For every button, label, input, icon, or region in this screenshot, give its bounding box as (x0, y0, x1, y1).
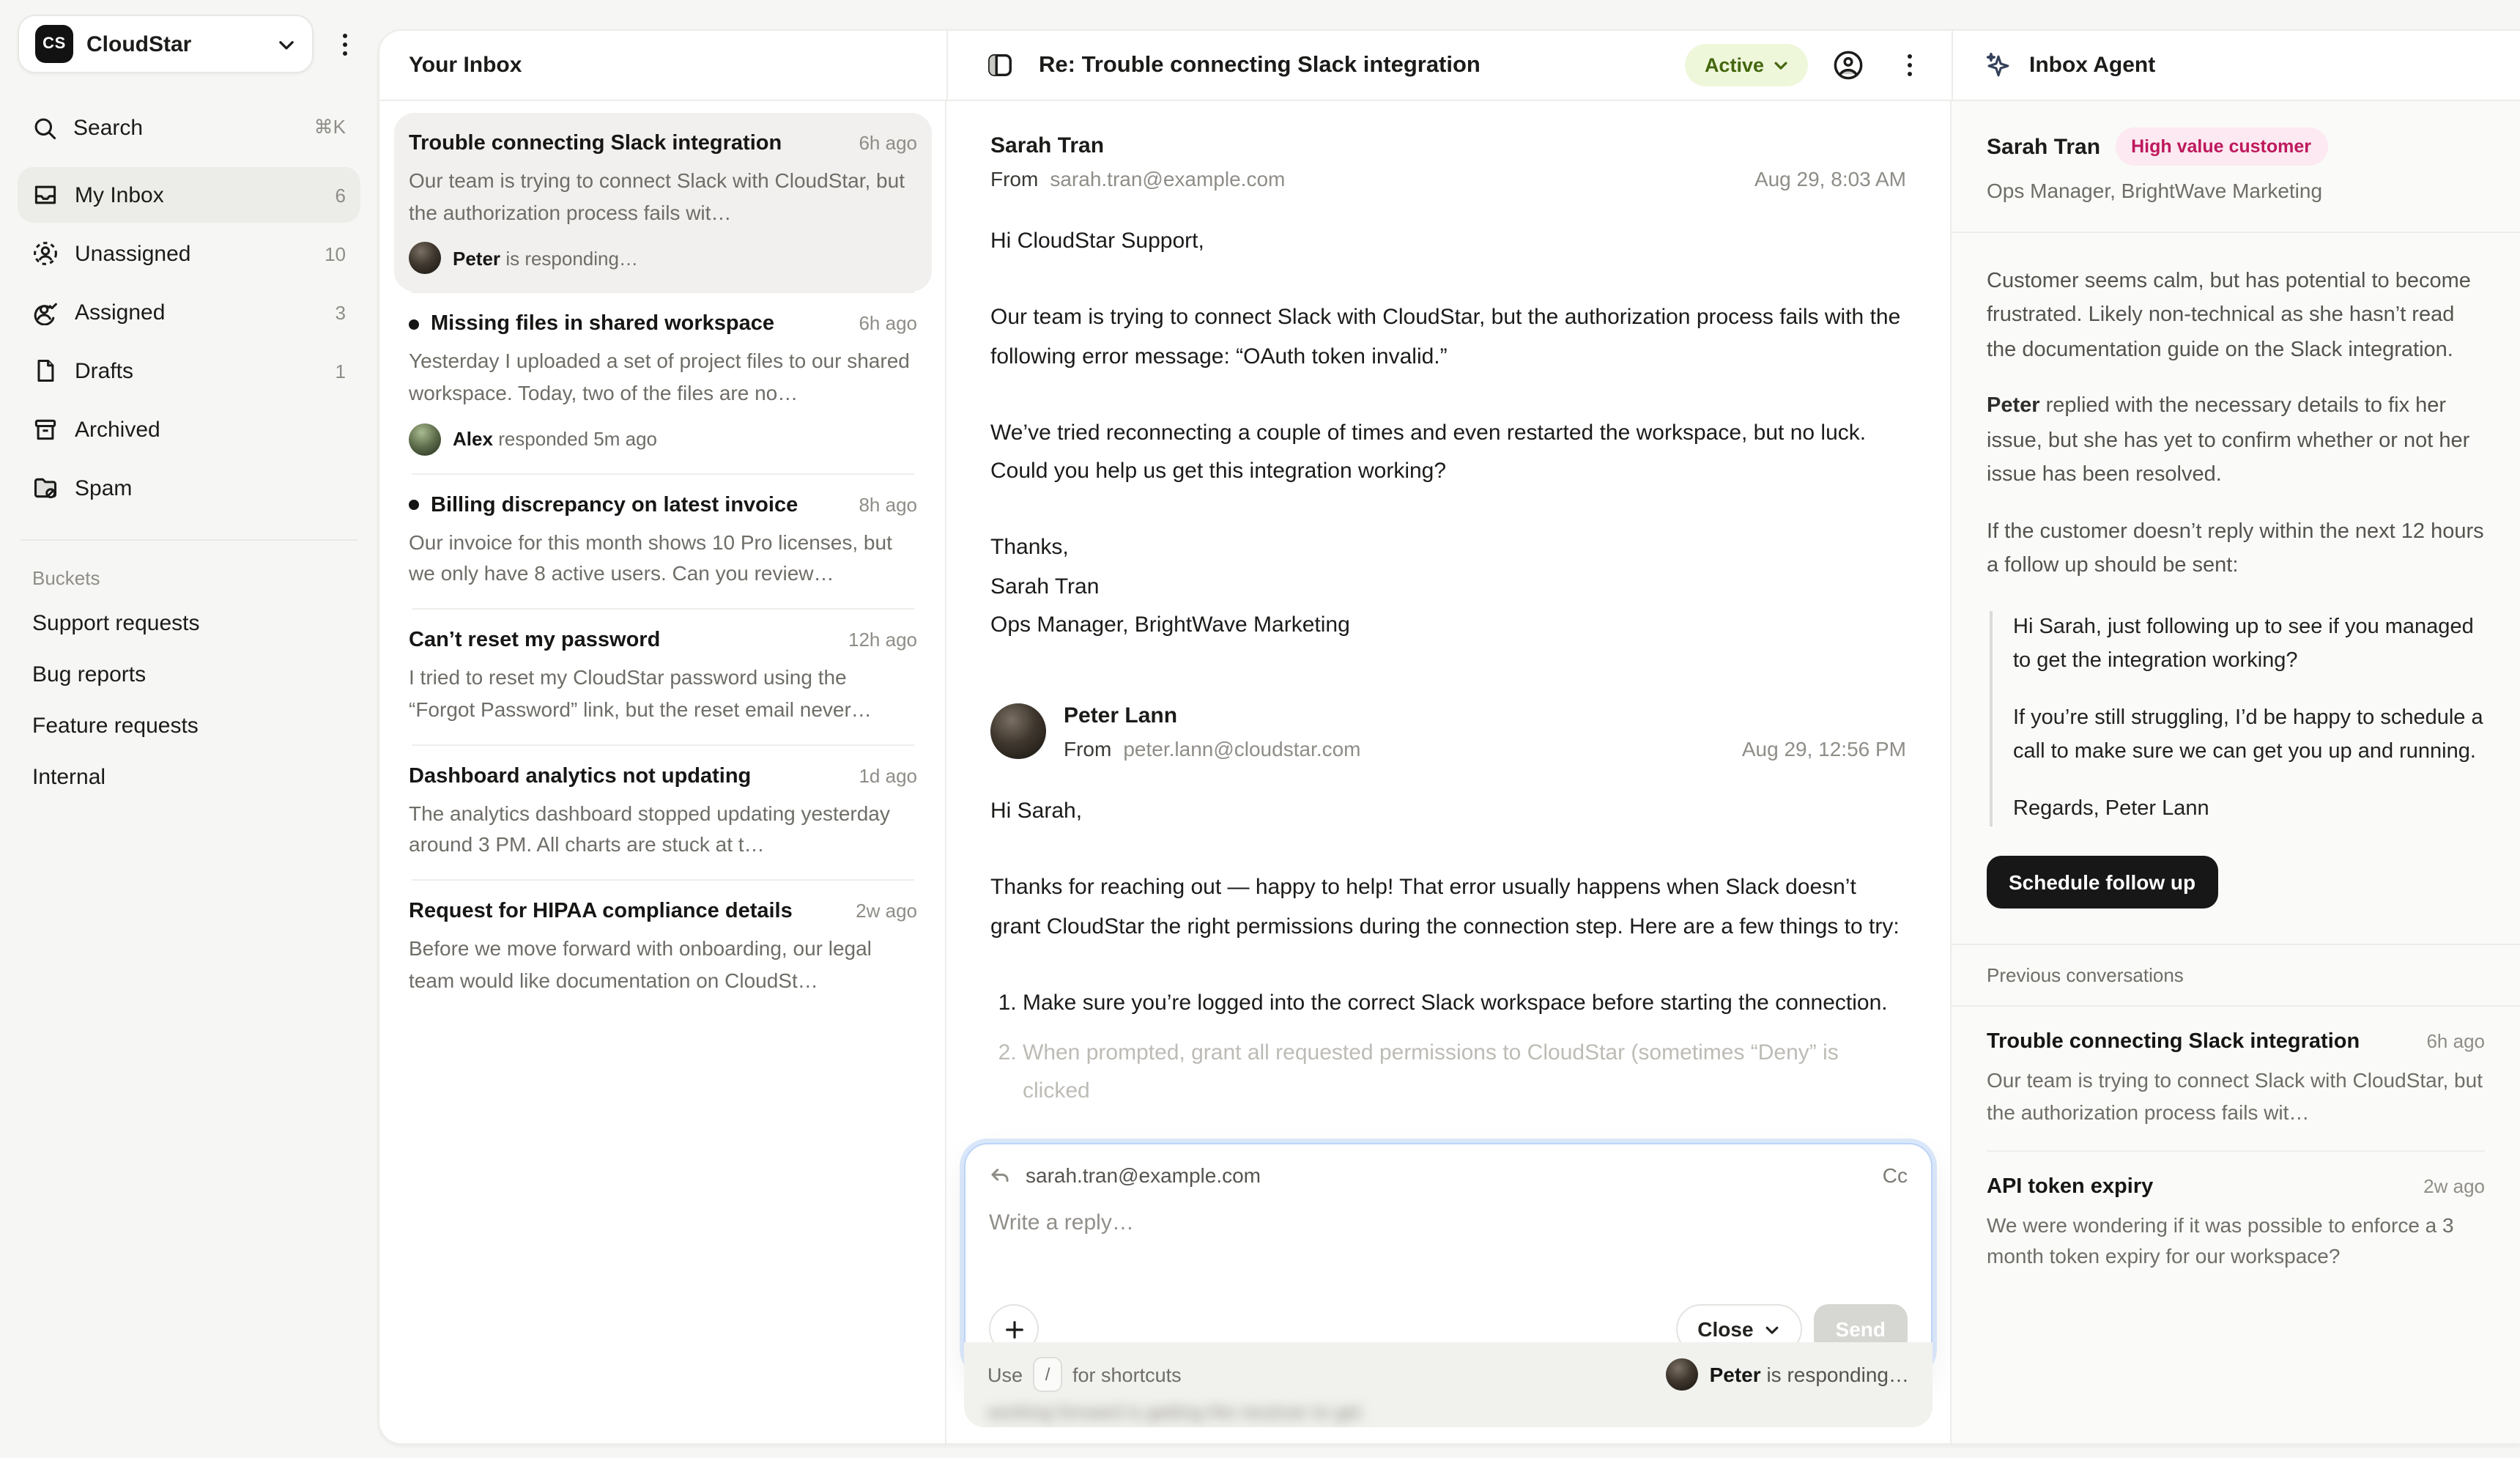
search-button[interactable]: Search ⌘K (18, 100, 360, 155)
sidebar-menu-kebab-icon[interactable] (328, 27, 360, 61)
avatar-peter (1666, 1358, 1698, 1391)
schedule-followup-button[interactable]: Schedule follow up (1987, 856, 2217, 909)
slash-keycap: / (1033, 1357, 1062, 1392)
bucket-feature-requests[interactable]: Feature requests (18, 700, 360, 752)
card-header: Your Inbox Re: Trouble connecting Slack … (379, 31, 2520, 101)
sidebar-divider (21, 539, 357, 541)
status-badge[interactable]: Active (1686, 44, 1808, 86)
sidebar-item-spam[interactable]: Spam (18, 460, 360, 516)
conversation-item[interactable]: Dashboard analytics not updating 1d ago … (394, 745, 932, 879)
panel-toggle-icon[interactable] (977, 43, 1021, 87)
sidebar: CS CloudStar Search ⌘K My Inbox 6 (0, 0, 378, 1458)
sidebar-item-unassigned[interactable]: Unassigned 10 (18, 226, 360, 281)
buckets-heading: Buckets (32, 567, 346, 589)
inbox-icon (32, 182, 59, 208)
sparkles-icon (1982, 49, 2015, 81)
inbox-title: Your Inbox (409, 53, 522, 78)
message-timestamp: Aug 29, 8:03 AM (1754, 167, 1906, 190)
conversation-item[interactable]: Missing files in shared workspace 6h ago… (394, 294, 932, 473)
customer-name: Sarah Tran (1987, 134, 2100, 159)
agent-panel: Sarah Tran High value customer Ops Manag… (1952, 101, 2520, 1443)
troubleshooting-list: Make sure you’re logged into the correct… (1023, 985, 1906, 1112)
search-label: Search (73, 115, 298, 140)
chevron-down-icon (1764, 1321, 1780, 1337)
bucket-support-requests[interactable]: Support requests (18, 598, 360, 649)
user-dashed-icon (32, 240, 59, 267)
unread-dot (409, 319, 419, 330)
conversation-item[interactable]: Billing discrepancy on latest invoice 8h… (394, 475, 932, 609)
conversation-list: Trouble connecting Slack integration 6h … (379, 101, 946, 1443)
document-icon (32, 358, 59, 384)
message-timestamp: Aug 29, 12:56 PM (1742, 737, 1906, 761)
user-check-icon (32, 299, 59, 325)
search-icon (32, 115, 57, 140)
agent-summary: Customer seems calm, but has potential t… (1952, 233, 2520, 946)
cc-button[interactable]: Cc (1883, 1163, 1908, 1187)
bucket-bug-reports[interactable]: Bug reports (18, 649, 360, 700)
sidebar-item-archived[interactable]: Archived (18, 401, 360, 457)
sender-email: sarah.tran@example.com (1050, 167, 1754, 190)
shortcut-bar: Use / for shortcuts Peter is responding…… (964, 1342, 1932, 1427)
previous-conversation-item[interactable]: API token expiry 2w ago We were wonderin… (1952, 1151, 2520, 1294)
reply-to-address: sarah.tran@example.com (1026, 1163, 1261, 1187)
assignee-user-icon[interactable] (1826, 43, 1869, 87)
chevron-down-icon (1773, 57, 1789, 73)
conversation-item[interactable]: Can’t reset my password 12h ago I tried … (394, 610, 932, 744)
search-shortcut: ⌘K (314, 116, 346, 139)
app-root: CS CloudStar Search ⌘K My Inbox 6 (0, 0, 2520, 1458)
message: Peter Lann From peter.lann@cloudstar.com… (990, 703, 1906, 1111)
content-card: Your Inbox Re: Trouble connecting Slack … (378, 29, 2520, 1445)
chevron-down-icon (277, 34, 296, 53)
archive-icon (32, 416, 59, 443)
sidebar-item-my-inbox[interactable]: My Inbox 6 (18, 167, 360, 223)
workspace-logo: CS (35, 25, 73, 63)
agent-panel-title: Inbox Agent (2029, 53, 2155, 78)
reply-arrow-icon (989, 1164, 1011, 1186)
thread-panel: Sarah Tran From sarah.tran@example.com A… (945, 101, 1952, 1443)
folder-blocked-icon (32, 475, 59, 501)
sender-email: peter.lann@cloudstar.com (1123, 737, 1742, 761)
conversation-item[interactable]: Request for HIPAA compliance details 2w … (394, 881, 932, 1015)
typing-preview-blurred: working forward is getting the receiver … (987, 1401, 1909, 1423)
suggested-followup-quote: Hi Sarah, just following up to see if yo… (1990, 611, 2485, 827)
panel-bottom-fade (1952, 1405, 2520, 1443)
sidebar-item-drafts[interactable]: Drafts 1 (18, 343, 360, 399)
sidebar-item-assigned[interactable]: Assigned 3 (18, 284, 360, 340)
reply-composer: sarah.tran@example.com Cc Write a reply…… (964, 1143, 1932, 1373)
customer-badge: High value customer (2115, 127, 2327, 166)
message: Sarah Tran From sarah.tran@example.com A… (990, 133, 1906, 645)
bucket-internal[interactable]: Internal (18, 752, 360, 803)
conversation-item[interactable]: Trouble connecting Slack integration 6h … (394, 113, 932, 292)
thread-menu-kebab-icon[interactable] (1887, 43, 1931, 87)
message-sender: Peter Lann (1064, 703, 1906, 728)
reply-input[interactable]: Write a reply… (989, 1210, 1908, 1295)
workspace-switcher[interactable]: CS CloudStar (18, 15, 314, 73)
avatar-peter (409, 243, 441, 275)
message-sender: Sarah Tran (990, 133, 1906, 158)
previous-conversations-heading: Previous conversations (1952, 946, 2520, 1007)
previous-conversation-item[interactable]: Trouble connecting Slack integration 6h … (1952, 1007, 2520, 1150)
thread-title: Re: Trouble connecting Slack integration (1039, 52, 1668, 78)
customer-role: Ops Manager, BrightWave Marketing (1987, 179, 2485, 202)
avatar-peter (990, 703, 1046, 759)
workspace-name: CloudStar (86, 32, 264, 56)
unread-dot (409, 500, 419, 511)
sidebar-nav: My Inbox 6 Unassigned 10 Assigned 3 Draf… (18, 167, 360, 516)
avatar-alex (409, 423, 441, 456)
